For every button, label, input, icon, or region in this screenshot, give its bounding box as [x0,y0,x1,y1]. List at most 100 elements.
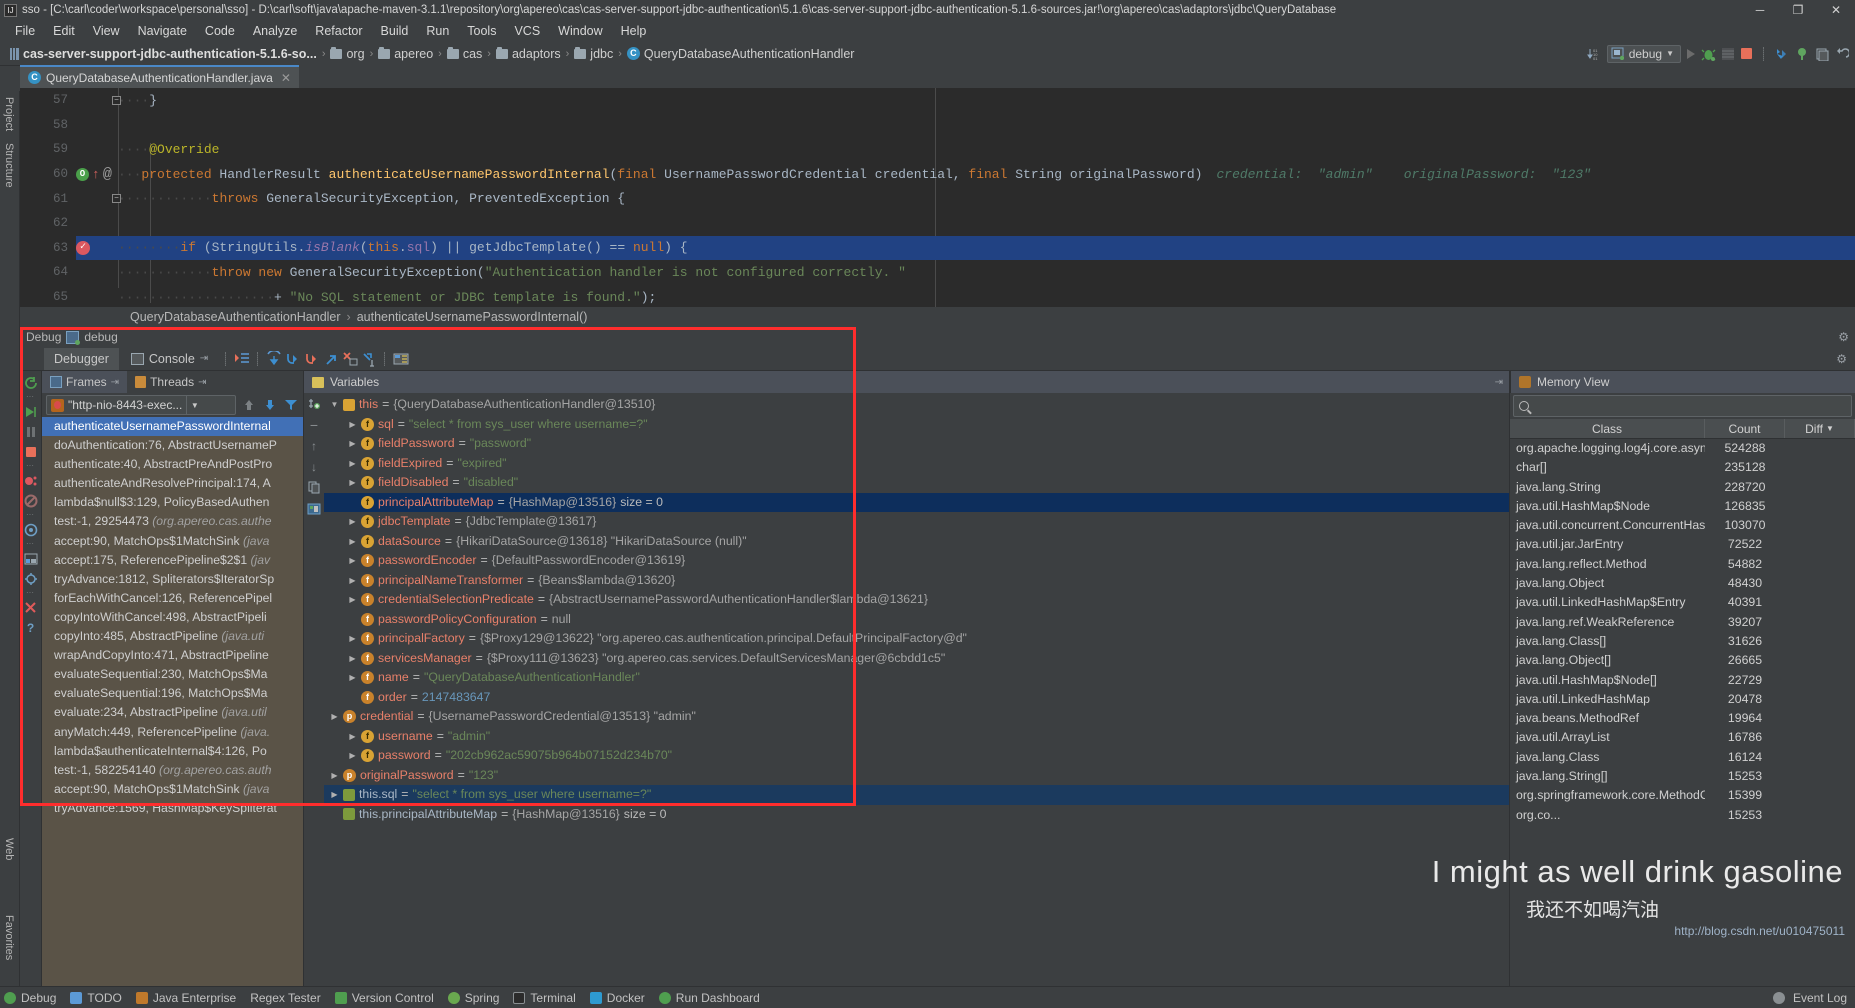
breadcrumb-cas[interactable]: cas [443,46,486,61]
status-item-version-control[interactable]: Version Control [334,991,434,1005]
twisty-icon[interactable]: ▶ [348,629,357,649]
breadcrumb-adaptors[interactable]: adaptors [492,46,565,61]
breadcrumb-class[interactable]: C QueryDatabaseAuthenticationHandler [623,47,859,61]
menu-navigate[interactable]: Navigate [129,22,196,40]
vcs-rollback-icon[interactable] [1835,47,1851,61]
force-step-into-icon[interactable] [303,350,320,367]
variable-row[interactable]: ▶ f principalFactory = {$Proxy129@13622}… [324,629,1509,649]
twisty-icon[interactable]: ▶ [348,727,357,747]
variable-row[interactable]: ▶ f passwordEncoder = {DefaultPasswordEn… [324,551,1509,571]
close-icon[interactable]: ✕ [281,71,291,85]
table-row[interactable]: java.util.ArrayList 16786 [1510,728,1855,747]
run-button[interactable] [1687,48,1695,59]
table-row[interactable]: java.beans.MethodRef 19964 [1510,709,1855,728]
status-item-regex-tester[interactable]: Regex Tester [250,991,320,1005]
breadcrumb-jar[interactable]: cas-server-support-jdbc-authentication-5… [6,47,321,61]
table-row[interactable]: java.util.HashMap$Node[] 22729 [1510,671,1855,690]
frame-item[interactable]: evaluate:234, AbstractPipeline (java.uti… [42,703,303,722]
step-out-icon[interactable] [322,350,339,367]
frame-item[interactable]: test:-1, 29254473 (org.apereo.cas.authe [42,512,303,531]
frame-item[interactable]: authenticateUsernamePasswordInternal [42,417,303,437]
variable-row[interactable]: ▶ f servicesManager = {$Proxy111@13623} … [324,649,1509,669]
minimize-button[interactable]: ─ [1741,0,1779,20]
run-to-cursor-icon[interactable] [360,350,377,367]
tab-console[interactable]: Console ⇥ [121,348,218,370]
fold-collapse-icon[interactable]: − [112,194,121,204]
table-row[interactable]: java.util.LinkedHashMap$Entry 40391 [1510,593,1855,612]
status-item-docker[interactable]: Docker [589,991,645,1005]
status-item-run-dashboard[interactable]: Run Dashboard [658,991,760,1005]
table-row[interactable]: org.apache.logging.log4j.core.async.A 524… [1510,439,1855,458]
variable-row[interactable]: f order = 2147483647 [324,688,1509,708]
twisty-icon[interactable]: ▶ [348,454,357,474]
tool-tab-web[interactable]: Web [0,832,18,866]
table-row[interactable]: java.lang.String 228720 [1510,478,1855,497]
table-row[interactable]: org.co... 15253 [1510,806,1855,825]
vcs-commit-icon[interactable] [1795,47,1809,61]
variable-row[interactable]: ▶ p originalPassword = "123" [324,766,1509,786]
twisty-icon[interactable]: ▶ [348,590,357,610]
breakpoint-icon[interactable] [76,240,90,255]
tab-frames[interactable]: Frames ⇥ [42,371,128,393]
variable-row[interactable]: ▶ f password = "202cb962ac59075b964b0715… [324,746,1509,766]
breadcrumb-class-name[interactable]: QueryDatabaseAuthenticationHandler [130,310,341,324]
variable-row[interactable]: ▶ f sql = "select * from sys_user where … [324,415,1509,435]
stop-icon[interactable] [23,444,38,459]
compile-icon[interactable]: 01 10 01 [1586,47,1601,61]
rerun-icon[interactable] [23,375,38,390]
pin-icon[interactable]: ⇥ [198,377,206,388]
move-up-icon[interactable]: ↑ [307,438,322,453]
remove-watch-icon[interactable]: − [307,417,322,433]
twisty-icon[interactable]: ▶ [348,532,357,552]
gear-icon[interactable]: ⚙ [1836,352,1855,366]
run-configuration-selector[interactable]: debug ▼ [1606,44,1681,63]
menu-build[interactable]: Build [372,22,418,40]
step-into-icon[interactable] [284,350,301,367]
column-header-diff[interactable]: Diff ▼ [1785,419,1855,438]
debug-settings-gear-icon[interactable] [23,571,38,586]
show-execution-point-icon[interactable] [233,350,250,367]
menu-run[interactable]: Run [417,22,458,40]
table-row[interactable]: java.lang.Class 16124 [1510,748,1855,767]
frame-item[interactable]: evaluateSequential:230, MatchOps$Ma [42,665,303,684]
status-item-terminal[interactable]: Terminal [513,991,576,1005]
table-row[interactable]: java.util.concurrent.ConcurrentHashM 1030… [1510,516,1855,535]
variable-row[interactable]: ▶ f username = "admin" [324,727,1509,747]
status-item-java-enterprise[interactable]: Java Enterprise [135,991,236,1005]
variables-tree[interactable]: ▼ this = {QueryDatabaseAuthenticationHan… [324,393,1509,986]
frame-item[interactable]: tryAdvance:1569, HashMap$KeySpliterat [42,799,303,818]
twisty-icon[interactable]: ▶ [348,746,357,766]
breadcrumb-jdbc[interactable]: jdbc [570,46,617,61]
menu-vcs[interactable]: VCS [505,22,549,40]
frame-item[interactable]: copyIntoWithCancel:498, AbstractPipeli [42,608,303,627]
variable-row-selected[interactable]: f principalAttributeMap = {HashMap@13516… [324,492,1509,512]
menu-view[interactable]: View [84,22,129,40]
variable-row[interactable]: ▶ f name = "QueryDatabaseAuthenticationH… [324,668,1509,688]
table-row[interactable]: org.springframework.core.MethodCla 15399 [1510,786,1855,805]
layout-icon[interactable] [23,551,38,566]
twisty-icon[interactable]: ▶ [330,707,339,727]
twisty-icon[interactable]: ▼ [330,395,339,415]
variable-row[interactable]: ▶ f fieldPassword = "password" [324,434,1509,454]
override-marker-icon[interactable]: O [76,167,89,181]
menu-refactor[interactable]: Refactor [306,22,371,40]
twisty-icon[interactable]: ▶ [348,434,357,454]
twisty-icon[interactable]: ▶ [348,473,357,493]
view-breakpoints-icon[interactable] [23,473,38,488]
tab-debugger[interactable]: Debugger [44,347,119,370]
twisty-icon[interactable]: ▶ [348,551,357,571]
frame-item[interactable]: lambda$authenticateInternal$4:126, Po [42,742,303,761]
twisty-icon[interactable]: ▶ [330,766,339,786]
menu-edit[interactable]: Edit [44,22,84,40]
filter-icon[interactable] [282,397,299,414]
debug-button[interactable] [1701,47,1716,61]
table-row[interactable]: java.lang.reflect.Method 54882 [1510,555,1855,574]
frame-item[interactable]: accept:90, MatchOps$1MatchSink (java [42,532,303,551]
status-item-spring[interactable]: Spring [447,991,499,1005]
help-icon[interactable]: ? [23,620,38,635]
resume-icon[interactable] [23,404,38,419]
variable-row[interactable]: ▶ f dataSource = {HikariDataSource@13618… [324,532,1509,552]
fold-collapse-icon[interactable]: − [112,95,121,105]
twisty-icon[interactable]: ▶ [330,785,339,805]
memory-search-box[interactable] [1513,395,1852,417]
